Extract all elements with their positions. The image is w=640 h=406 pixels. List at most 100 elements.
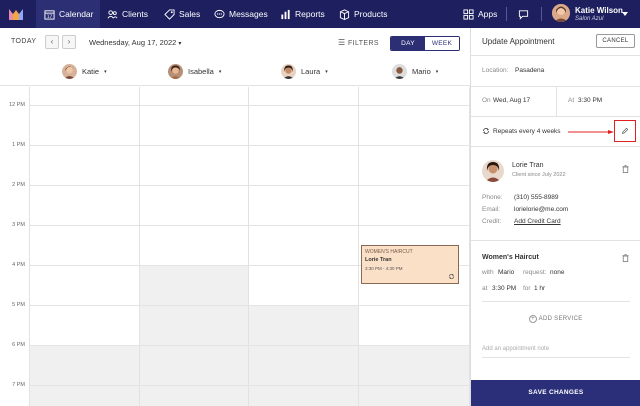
chevron-left-icon: ‹ xyxy=(50,37,54,46)
hour-line xyxy=(30,225,470,226)
client-since: Client since July 2022 xyxy=(512,172,566,178)
date-value[interactable]: Wed, Aug 17 xyxy=(493,97,530,104)
staff-mario[interactable]: Mario ▾ xyxy=(392,64,438,79)
save-changes-button[interactable]: SAVE CHANGES xyxy=(471,380,640,406)
nav-products[interactable]: Products xyxy=(339,0,388,28)
time-value[interactable]: 3:30 PM xyxy=(578,97,602,104)
staff-laura[interactable]: Laura ▾ xyxy=(281,64,328,79)
email-value: lorielorie@me.com xyxy=(514,206,569,213)
grid-icon xyxy=(463,8,474,20)
user-name[interactable]: Katie Wilson xyxy=(575,6,623,15)
staff-name: Laura xyxy=(301,67,321,76)
trash-icon[interactable] xyxy=(622,254,629,262)
nav-calendar[interactable]: 17 Calendar xyxy=(36,0,100,28)
staff-column[interactable] xyxy=(140,87,249,406)
view-toggle: DAY WEEK xyxy=(390,36,460,51)
sliders-icon: ☰ xyxy=(338,38,346,47)
phone-label: Phone: xyxy=(482,194,503,201)
appointment-card[interactable]: WOMEN'S HAIRCUT Lorie Tran 3:30 PM - 4:3… xyxy=(361,245,459,284)
nav-sales-label: Sales xyxy=(179,9,201,19)
tag-icon xyxy=(164,8,175,20)
date-picker[interactable]: Wednesday, Aug 17, 2022 ▾ xyxy=(89,38,181,47)
nav-divider xyxy=(541,7,542,21)
day-view-button[interactable]: DAY xyxy=(391,37,425,50)
next-day-button[interactable]: › xyxy=(62,35,76,49)
time-label: 7 PM xyxy=(12,382,25,388)
client-avatar xyxy=(482,160,504,182)
repeat-text: Repeats every 4 weeks xyxy=(493,128,561,135)
nav-messages-label: Messages xyxy=(229,9,268,19)
top-nav-bar: 17 Calendar Clients Sales Messages Repor… xyxy=(0,0,640,28)
calendar-icon: 17 xyxy=(44,9,55,20)
caret-down-icon: ▾ xyxy=(325,68,328,75)
service-staff[interactable]: Mario xyxy=(498,269,514,276)
hour-line xyxy=(30,185,470,186)
apps-button[interactable]: Apps xyxy=(463,0,497,28)
location-value[interactable]: Pasadena xyxy=(515,67,544,74)
request-label: request: xyxy=(523,269,547,276)
staff-name: Isabella xyxy=(188,67,214,76)
time-label: 6 PM xyxy=(12,342,25,348)
caret-down-icon: ▾ xyxy=(218,68,222,75)
hour-line xyxy=(30,145,470,146)
add-service-label: ADD SERVICE xyxy=(538,316,583,322)
trash-icon[interactable] xyxy=(622,165,629,173)
nav-messages[interactable]: Messages xyxy=(214,0,268,28)
appointment-client: Lorie Tran xyxy=(365,257,392,263)
apps-label: Apps xyxy=(478,9,498,19)
nav-divider xyxy=(506,7,507,21)
appointment-service: WOMEN'S HAIRCUT xyxy=(365,249,413,255)
staff-column[interactable] xyxy=(249,87,359,406)
phone-value: (310) 555-8989 xyxy=(514,194,559,201)
staff-name: Mario xyxy=(412,67,431,76)
nav-sales[interactable]: Sales xyxy=(164,0,200,28)
add-credit-card-link[interactable]: Add Credit Card xyxy=(514,218,561,225)
time-label: 1 PM xyxy=(12,142,25,148)
add-service-button[interactable]: + ADD SERVICE xyxy=(529,315,583,323)
divider xyxy=(471,116,640,117)
appointment-time: 3:30 PM - 4:30 PM xyxy=(365,266,403,271)
client-name[interactable]: Lorie Tran xyxy=(512,162,544,169)
time-label: 5 PM xyxy=(12,302,25,308)
hour-line xyxy=(30,345,470,346)
filters-button[interactable]: ☰ FILTERS xyxy=(338,38,379,47)
staff-katie[interactable]: Katie ▾ xyxy=(62,64,107,79)
cancel-button[interactable]: CANCEL xyxy=(596,34,635,48)
credit-label: Credit: xyxy=(482,218,502,225)
week-view-button[interactable]: WEEK xyxy=(425,37,459,50)
prev-day-button[interactable]: ‹ xyxy=(45,35,59,49)
staff-isabella[interactable]: Isabella ▾ xyxy=(168,64,221,79)
caret-down-icon: ▾ xyxy=(104,68,107,75)
repeat-icon xyxy=(483,128,489,134)
time-label: 12 PM xyxy=(9,102,25,108)
service-name[interactable]: Women's Haircut xyxy=(482,254,539,261)
service-time[interactable]: 3:30 PM xyxy=(492,285,516,292)
staff-name: Katie xyxy=(82,67,100,76)
chat-button[interactable] xyxy=(518,0,529,28)
bar-chart-icon xyxy=(281,9,290,19)
hour-line xyxy=(30,385,470,386)
chat-icon xyxy=(214,9,225,18)
today-button[interactable]: TODAY xyxy=(11,38,36,45)
arrow-annotation-icon xyxy=(568,130,614,134)
staff-column[interactable] xyxy=(30,87,140,406)
nav-reports[interactable]: Reports xyxy=(280,0,325,28)
hour-line xyxy=(30,105,470,106)
avatar xyxy=(392,64,407,79)
time-column: 12 PM 1 PM 2 PM 3 PM 4 PM 5 PM 6 PM 7 PM xyxy=(0,87,30,406)
edit-pencil-icon[interactable] xyxy=(621,127,629,135)
appointment-note-input[interactable]: Add an appointment note xyxy=(482,346,549,352)
request-value[interactable]: none xyxy=(550,269,564,276)
time-label: 2 PM xyxy=(12,182,25,188)
brand-logo-icon[interactable] xyxy=(8,6,24,22)
user-avatar[interactable] xyxy=(552,4,570,22)
nav-reports-label: Reports xyxy=(295,9,325,19)
chevron-down-icon[interactable] xyxy=(622,12,628,16)
service-duration[interactable]: 1 hr xyxy=(534,285,545,292)
business-name: Salon Azul xyxy=(575,16,604,22)
time-label: 4 PM xyxy=(12,262,25,268)
divider xyxy=(482,301,630,302)
caret-down-icon: ▾ xyxy=(178,41,182,47)
divider xyxy=(482,357,630,358)
nav-clients[interactable]: Clients xyxy=(107,0,148,28)
